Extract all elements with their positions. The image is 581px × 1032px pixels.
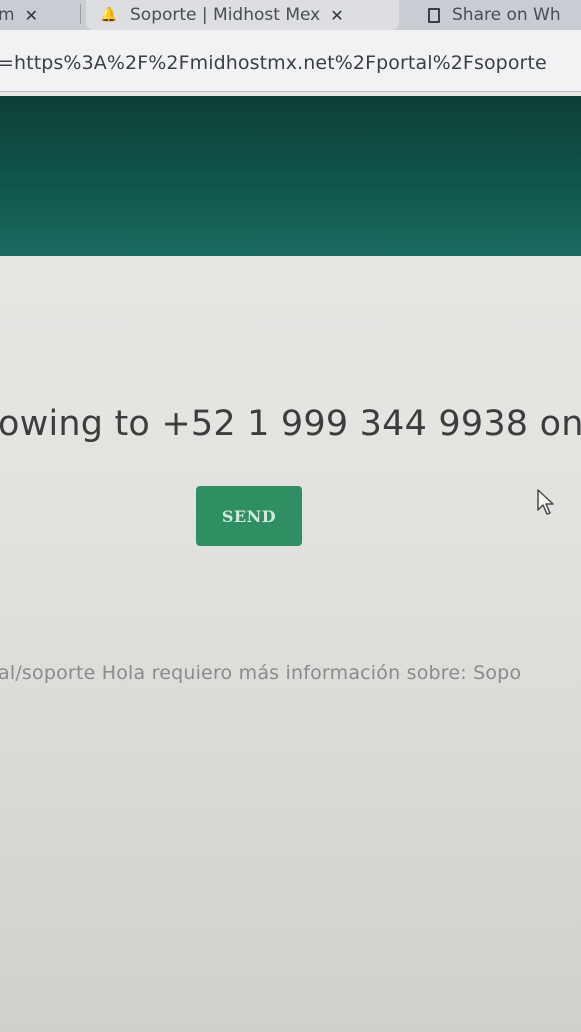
bell-icon: 🔔 bbox=[100, 7, 118, 23]
tab-title: Share on Wh bbox=[452, 5, 561, 25]
tab-close-icon[interactable]: ✕ bbox=[330, 6, 343, 25]
url-text[interactable]: =https%3A%2F%2Fmidhostmx.net%2Fportal%2F… bbox=[0, 52, 547, 74]
tab-close-icon[interactable]: ✕ bbox=[25, 6, 38, 25]
page: m ✕ 🔔 Soporte | Midhost Mex ✕ Share on W… bbox=[0, 0, 581, 1032]
address-bar[interactable]: =https%3A%2F%2Fmidhostmx.net%2Fportal%2F… bbox=[0, 30, 581, 92]
tab-previous[interactable]: m ✕ bbox=[0, 0, 76, 30]
share-recipient-text: owing to +52 1 999 344 9938 on WI bbox=[0, 404, 581, 444]
send-button[interactable]: SEND bbox=[196, 486, 302, 546]
tab-separator bbox=[80, 4, 81, 24]
browser-tab-strip: m ✕ 🔔 Soporte | Midhost Mex ✕ Share on W… bbox=[0, 0, 581, 30]
page-icon bbox=[428, 7, 440, 23]
tab-soporte[interactable]: 🔔 Soporte | Midhost Mex ✕ bbox=[86, 0, 399, 30]
tab-title: Soporte | Midhost Mex bbox=[130, 5, 321, 25]
message-preview-text: al/soporte Hola requiero más información… bbox=[0, 662, 522, 684]
mouse-cursor-icon bbox=[537, 489, 554, 515]
whatsapp-header-banner bbox=[0, 96, 581, 256]
tab-title: m bbox=[0, 5, 15, 25]
tab-share-on-whatsapp[interactable]: Share on Wh bbox=[420, 0, 581, 30]
